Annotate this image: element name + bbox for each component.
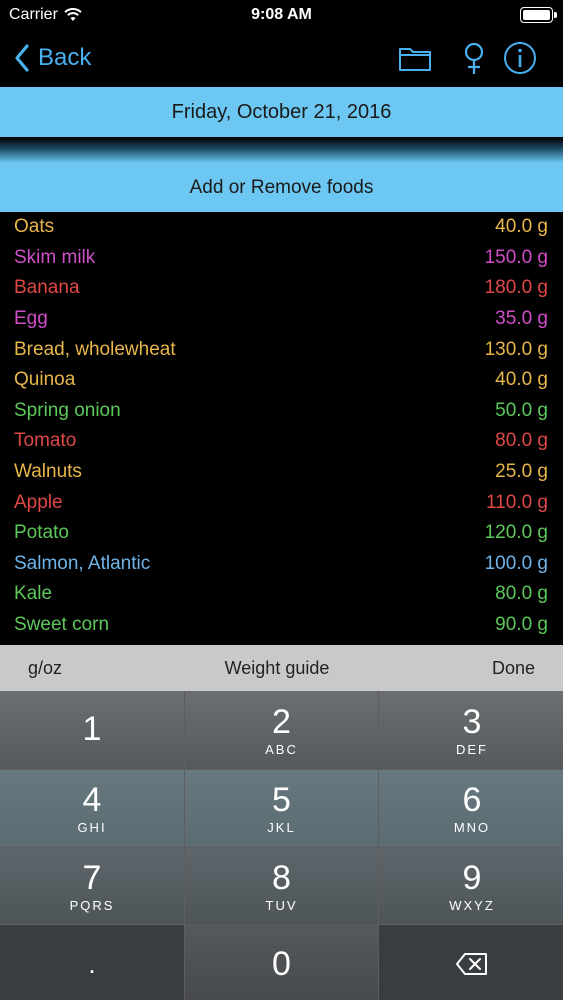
key-letters: ABC (265, 741, 298, 757)
status-time: 9:08 AM (251, 6, 312, 23)
food-amount[interactable]: 35.0 g (495, 308, 548, 330)
food-row[interactable]: Tomato 80.0 g (0, 426, 563, 457)
key-digit: 0 (272, 945, 291, 983)
female-symbol-icon[interactable] (456, 40, 492, 76)
food-row[interactable]: Potato 120.0 g (0, 518, 563, 549)
chevron-left-icon (15, 44, 29, 72)
food-name: Salmon, Atlantic (14, 552, 151, 574)
food-amount[interactable]: 110.0 g (486, 492, 548, 514)
food-name: Potato (14, 522, 69, 544)
food-amount[interactable]: 90.0 g (495, 614, 548, 636)
delete-key[interactable] (379, 925, 563, 1000)
key-6[interactable]: 6 MNO (379, 770, 563, 847)
key-7[interactable]: 7 PQRS (0, 848, 184, 924)
food-name: Oats (14, 216, 55, 238)
back-button[interactable]: Back (14, 40, 91, 76)
key-4[interactable]: 4 GHI (0, 770, 184, 847)
key-1[interactable]: 1 (0, 691, 184, 769)
food-amount[interactable]: 50.0 g (495, 400, 548, 422)
key-letters: TUV (265, 897, 298, 913)
food-name: Bread, wholewheat (14, 338, 176, 360)
food-amount[interactable]: 40.0 g (495, 216, 548, 238)
food-amount[interactable]: 100.0 g (485, 553, 548, 575)
key-letters: DEF (456, 741, 488, 757)
food-name: Tomato (14, 430, 77, 452)
add-remove-foods-button[interactable]: Add or Remove foods (0, 163, 563, 212)
numeric-keypad: 1 2 ABC 3 DEF 4 GHI 5 JKL 6 MNO 7 PQRS 8… (0, 691, 563, 1000)
keyboard-toolbar: g/oz Weight guide Done (0, 645, 563, 691)
key-digit: 1 (82, 710, 102, 748)
food-row[interactable]: Oats 40.0 g (0, 212, 563, 243)
food-name: Banana (14, 277, 80, 299)
back-label: Back (38, 44, 92, 71)
food-name: Skim milk (14, 246, 96, 268)
food-row[interactable]: Salmon, Atlantic 100.0 g (0, 549, 563, 580)
food-name: Walnuts (14, 461, 82, 483)
key-letters: JKL (267, 820, 296, 835)
key-letters: WXYZ (449, 897, 495, 913)
food-list: Oats 40.0 g Skim milk 150.0 g Banana 180.0 g E… (0, 212, 563, 645)
nav-bar: Back (0, 30, 563, 86)
food-name: Spring onion (14, 399, 121, 421)
weight-guide-button[interactable]: Weight guide (225, 658, 330, 679)
key-digit: 3 (462, 702, 482, 741)
key-digit: . (88, 949, 96, 979)
food-row[interactable]: Skim milk 150.0 g (0, 243, 563, 274)
key-letters: MNO (453, 820, 491, 835)
backspace-icon (456, 953, 487, 975)
key-digit: 7 (82, 858, 102, 897)
food-name: Apple (14, 491, 63, 513)
food-row[interactable]: Kale 80.0 g (0, 579, 563, 610)
food-row[interactable]: Quinoa 40.0 g (0, 365, 563, 396)
key-digit: 6 (462, 781, 482, 819)
date-banner: Friday, October 21, 2016 (0, 87, 563, 137)
food-row[interactable]: Walnuts 25.0 g (0, 457, 563, 488)
food-name: Sweet corn (14, 614, 110, 636)
key-digit: 5 (272, 781, 291, 819)
key-0[interactable]: 0 (185, 925, 378, 1000)
folder-icon[interactable] (397, 40, 433, 76)
food-amount[interactable]: 80.0 g (495, 583, 548, 605)
food-row[interactable]: Bread, wholewheat 130.0 g (0, 334, 563, 365)
battery-icon (520, 7, 557, 23)
food-row[interactable]: Apple 110.0 g (0, 487, 563, 518)
key-8[interactable]: 8 TUV (185, 848, 378, 924)
key-digit: 4 (82, 781, 102, 819)
key-2[interactable]: 2 ABC (185, 691, 378, 769)
key-digit: 8 (272, 858, 291, 897)
food-name: Egg (14, 308, 48, 330)
key-5[interactable]: 5 JKL (185, 770, 378, 847)
food-name: Quinoa (14, 369, 76, 391)
food-row[interactable]: Sweet corn 90.0 g (0, 610, 563, 641)
food-amount[interactable]: 120.0 g (485, 522, 548, 544)
food-amount[interactable]: 150.0 g (485, 247, 548, 269)
info-icon[interactable] (502, 40, 538, 76)
key-decimal-point[interactable]: . (0, 925, 184, 1000)
food-amount[interactable]: 130.0 g (485, 339, 548, 361)
food-amount[interactable]: 25.0 g (495, 461, 548, 483)
food-row[interactable]: Egg 35.0 g (0, 304, 563, 335)
food-name: Kale (14, 583, 53, 605)
food-row[interactable]: Banana 180.0 g (0, 273, 563, 304)
food-amount[interactable]: 80.0 g (495, 430, 548, 452)
food-amount[interactable]: 40.0 g (495, 369, 548, 391)
food-amount[interactable]: 180.0 g (485, 277, 548, 299)
key-9[interactable]: 9 WXYZ (379, 848, 563, 924)
food-row[interactable]: Spring onion 50.0 g (0, 396, 563, 427)
key-3[interactable]: 3 DEF (379, 691, 563, 769)
key-letters: PQRS (69, 897, 115, 913)
status-bar: Carrier 9:08 AM (0, 0, 563, 30)
done-button[interactable]: Done (492, 658, 535, 679)
unit-toggle-button[interactable]: g/oz (28, 658, 62, 679)
key-letters: GHI (77, 820, 107, 835)
gradient-divider (0, 137, 563, 163)
key-digit: 9 (462, 858, 482, 897)
key-digit: 2 (272, 702, 291, 741)
